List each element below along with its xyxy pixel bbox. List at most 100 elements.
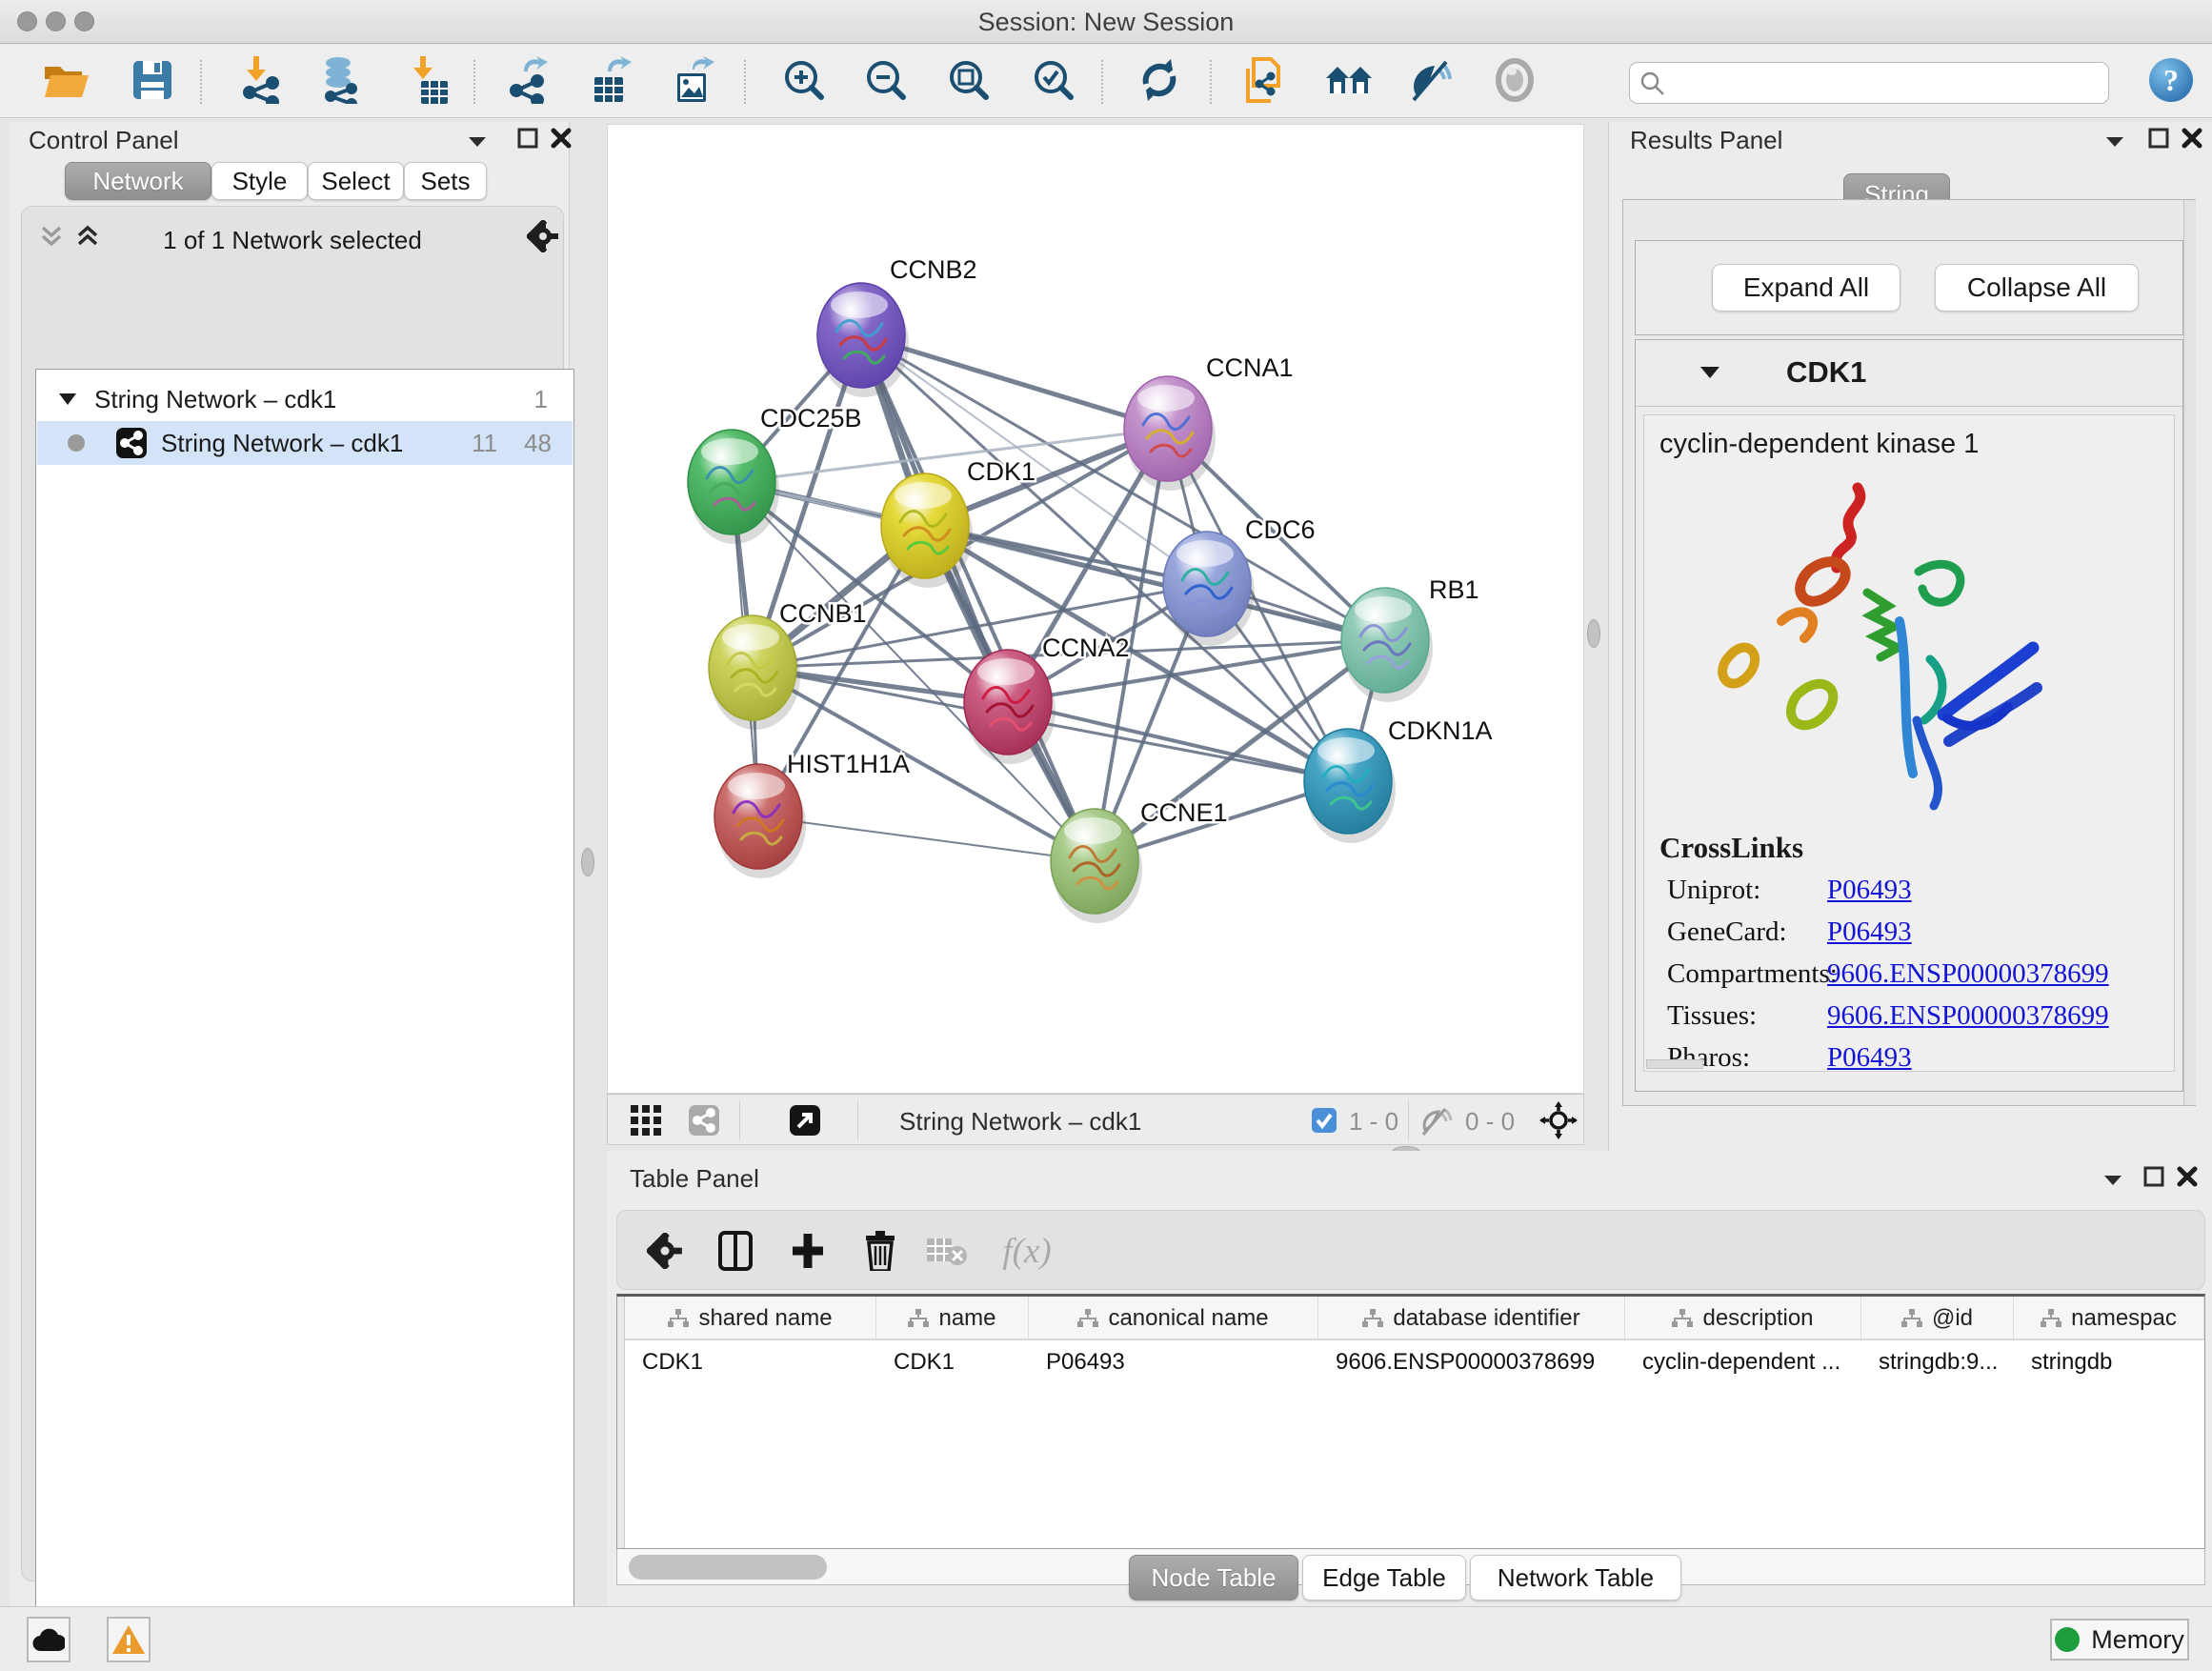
- save-session-button[interactable]: [128, 55, 177, 105]
- table-cell[interactable]: 9606.ENSP00000378699: [1318, 1342, 1625, 1382]
- column-header[interactable]: @id: [1861, 1297, 2014, 1340]
- table-cell[interactable]: stringdb:9...: [1861, 1342, 2014, 1382]
- column-header[interactable]: name: [876, 1297, 1029, 1340]
- network-node[interactable]: CDC25B: [688, 404, 862, 544]
- tab-sets[interactable]: Sets: [404, 162, 487, 200]
- zoom-fit-button[interactable]: [944, 55, 994, 105]
- panel-float-icon[interactable]: [2148, 128, 2169, 149]
- column-header[interactable]: shared name: [625, 1297, 876, 1340]
- warnings-button[interactable]: [107, 1617, 151, 1662]
- crosslink-link[interactable]: 9606.ENSP00000378699: [1827, 1000, 2109, 1032]
- table-cell[interactable]: stringdb: [2014, 1342, 2204, 1382]
- table-hscroll-thumb[interactable]: [629, 1555, 827, 1580]
- table-cell[interactable]: CDK1: [625, 1342, 876, 1382]
- gene-section-header[interactable]: CDK1: [1636, 340, 2182, 407]
- tab-network-table[interactable]: Network Table: [1470, 1555, 1681, 1601]
- delete-table-button[interactable]: [924, 1228, 970, 1274]
- delete-column-button[interactable]: [857, 1228, 903, 1274]
- crosslink-link[interactable]: P06493: [1827, 875, 1912, 906]
- refresh-button[interactable]: [1135, 55, 1184, 105]
- show-columns-button[interactable]: [713, 1228, 758, 1274]
- node-label: CCNA1: [1206, 353, 1294, 382]
- network-edge[interactable]: [861, 335, 1095, 861]
- section-expander-icon[interactable]: [1699, 365, 1721, 380]
- panel-collapse-icon[interactable]: [2102, 1174, 2123, 1187]
- selected-checkbox-icon[interactable]: [1311, 1107, 1337, 1134]
- tree-expander-icon[interactable]: [58, 393, 77, 406]
- table-cell[interactable]: CDK1: [876, 1342, 1029, 1382]
- grid-view-icon[interactable]: [631, 1105, 661, 1136]
- network-node[interactable]: HIST1H1A: [714, 750, 910, 878]
- table-cell[interactable]: cyclin-dependent ...: [1625, 1342, 1861, 1382]
- toggle-bird-eye-button[interactable]: [1490, 55, 1539, 105]
- network-canvas[interactable]: CCNB2CCNA1CDC25BCDK1CDC6RB1CCNB1CCNA2CDK…: [607, 124, 1584, 1094]
- string-results-container: Expand All Collapse All CDK1 cyclin-depe…: [1622, 199, 2196, 1106]
- results-vscrollbar[interactable]: [2183, 200, 2196, 1105]
- tab-style[interactable]: Style: [211, 162, 308, 200]
- panel-float-icon[interactable]: [2143, 1166, 2164, 1187]
- open-in-window-icon[interactable]: [789, 1104, 821, 1137]
- network-options-gear-icon[interactable]: [527, 220, 559, 252]
- vertical-splitter-handle[interactable]: [1587, 619, 1600, 648]
- warning-icon: [111, 1624, 146, 1655]
- panel-close-icon[interactable]: [551, 128, 572, 149]
- import-network-file-button[interactable]: [237, 55, 287, 105]
- hide-selected-button[interactable]: [1407, 55, 1457, 105]
- search-input[interactable]: [1672, 65, 2101, 101]
- help-button[interactable]: ?: [2146, 55, 2196, 105]
- tab-network[interactable]: Network: [65, 162, 211, 200]
- vertical-splitter-handle[interactable]: [581, 848, 594, 876]
- first-neighbors-button[interactable]: [1324, 55, 1374, 105]
- panel-float-icon[interactable]: [517, 128, 538, 149]
- table-options-button[interactable]: [642, 1228, 688, 1274]
- memory-button[interactable]: Memory: [2050, 1619, 2189, 1661]
- table-cell[interactable]: P06493: [1029, 1342, 1318, 1382]
- table-row[interactable]: CDK1CDK1P064939606.ENSP00000378699cyclin…: [625, 1342, 2204, 1382]
- network-node[interactable]: CDC6: [1163, 515, 1316, 646]
- function-builder-button[interactable]: f(x): [991, 1228, 1063, 1274]
- collapse-all-button[interactable]: Collapse All: [1935, 264, 2139, 312]
- import-table-file-button[interactable]: [404, 55, 453, 105]
- network-tree-child-row[interactable]: String Network – cdk1 11 48: [37, 421, 573, 465]
- export-table-button[interactable]: [586, 55, 635, 105]
- column-header[interactable]: database identifier: [1318, 1297, 1625, 1340]
- add-column-button[interactable]: [785, 1228, 831, 1274]
- crosslink-link[interactable]: P06493: [1827, 1042, 1912, 1074]
- expand-all-button[interactable]: Expand All: [1712, 264, 1900, 312]
- network-node[interactable]: CCNE1: [1051, 798, 1228, 923]
- panel-close-icon[interactable]: [2177, 1166, 2198, 1187]
- column-header[interactable]: description: [1625, 1297, 1861, 1340]
- zoom-out-button[interactable]: [861, 55, 911, 105]
- network-node[interactable]: RB1: [1341, 575, 1479, 702]
- export-network-button[interactable]: [504, 55, 553, 105]
- network-node[interactable]: CCNB2: [817, 255, 977, 397]
- import-network-database-button[interactable]: [316, 55, 366, 105]
- cloud-status-button[interactable]: [27, 1617, 70, 1662]
- toolbar-separator: [1210, 60, 1212, 104]
- network-edge[interactable]: [758, 816, 1095, 861]
- open-session-button[interactable]: [42, 55, 91, 105]
- crosslink-link[interactable]: 9606.ENSP00000378699: [1827, 958, 2109, 990]
- tab-select[interactable]: Select: [308, 162, 404, 200]
- column-header[interactable]: namespac: [2014, 1297, 2204, 1340]
- column-header[interactable]: canonical name: [1029, 1297, 1318, 1340]
- fit-selected-crosshair-icon[interactable]: [1539, 1101, 1578, 1139]
- crosslink-link[interactable]: P06493: [1827, 916, 1912, 948]
- clone-network-button[interactable]: [1239, 55, 1289, 105]
- panel-close-icon[interactable]: [2182, 128, 2202, 149]
- network-node[interactable]: CDKN1A: [1304, 716, 1493, 843]
- network-tree-root-row[interactable]: String Network – cdk1 1: [37, 377, 573, 421]
- fx-icon: f(x): [1002, 1231, 1051, 1272]
- zoom-selected-button[interactable]: [1029, 55, 1078, 105]
- tab-node-table[interactable]: Node Table: [1129, 1555, 1298, 1601]
- network-node[interactable]: CDK1: [881, 457, 1036, 588]
- export-image-button[interactable]: [669, 55, 718, 105]
- gene-hscroll-thumb[interactable]: [1646, 1059, 1703, 1069]
- node-label: CCNB2: [890, 255, 977, 284]
- bird-eye-toggle-icon[interactable]: [688, 1104, 720, 1137]
- tab-edge-table[interactable]: Edge Table: [1302, 1555, 1466, 1601]
- panel-collapse-icon[interactable]: [2104, 135, 2125, 149]
- zoom-in-button[interactable]: [779, 55, 829, 105]
- network-edge[interactable]: [1008, 702, 1348, 781]
- panel-collapse-icon[interactable]: [467, 135, 488, 149]
